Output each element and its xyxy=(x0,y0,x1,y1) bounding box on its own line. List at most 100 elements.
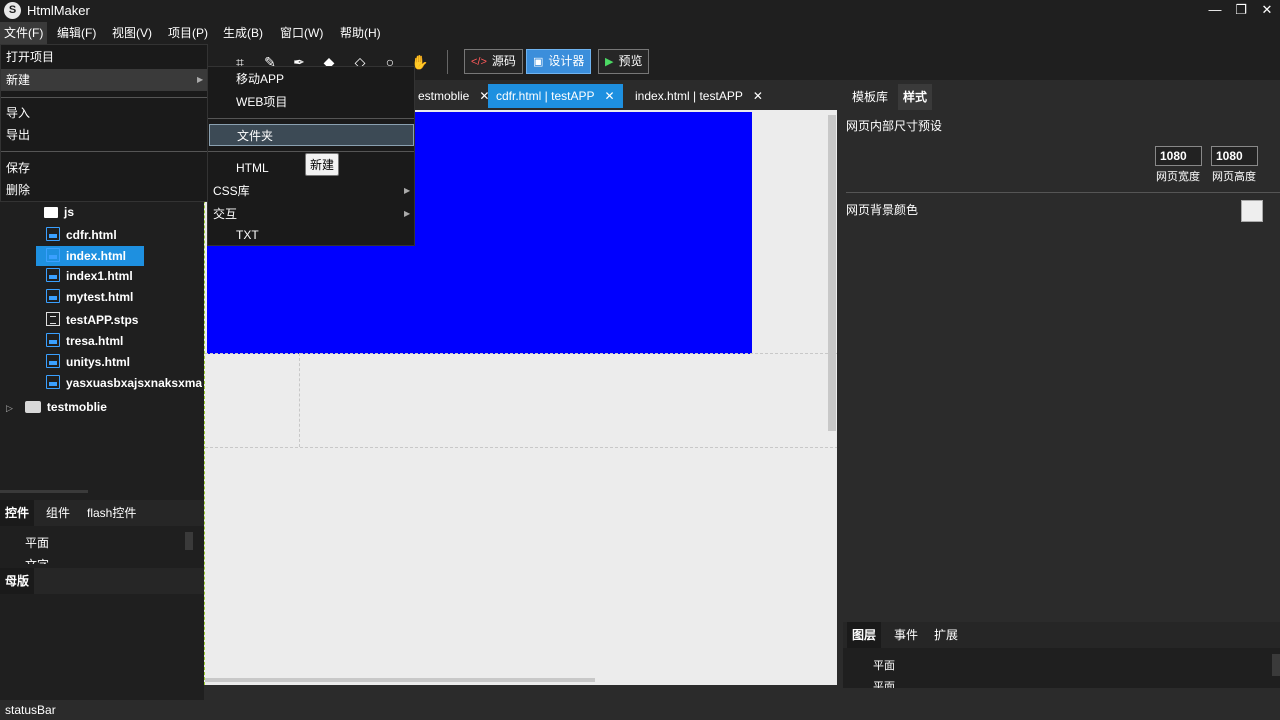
tab-index[interactable]: index.html | testAPP ✕ xyxy=(627,84,771,108)
folder-icon xyxy=(44,207,58,218)
canvas-horizontal-scrollbar[interactable] xyxy=(205,678,595,682)
menu-css-lib[interactable]: CSS库 ▶ xyxy=(208,180,414,202)
html-file-icon xyxy=(46,375,60,389)
tree-item-label: testAPP.stps xyxy=(66,313,139,327)
tab-components[interactable]: 组件 xyxy=(41,500,75,526)
source-button[interactable]: </> 源码 xyxy=(464,49,523,74)
tree-item-label: yasxuasbxajsxnaksxmal xyxy=(66,376,202,390)
menu-save[interactable]: 保存 xyxy=(1,157,207,179)
list-item[interactable]: 平面 xyxy=(873,657,895,673)
html-file-icon xyxy=(46,289,60,303)
right-panel: 模板库 样式 网页内部尺寸预设 1080 网页宽度 1080 网页高度 网页背景… xyxy=(837,80,1280,700)
master-tabs: 母版 xyxy=(0,568,204,594)
tree-item-label: testmoblie xyxy=(46,400,107,414)
tree-item-testmoblie[interactable]: ▷ testmoblie xyxy=(6,397,107,417)
tab-master[interactable]: 母版 xyxy=(0,568,35,594)
tree-item-label: index1.html xyxy=(66,269,133,283)
layer-scrollbar[interactable] xyxy=(1272,654,1280,676)
menu-project[interactable]: 项目(P) xyxy=(164,22,212,44)
play-icon: ▶ xyxy=(605,56,614,68)
tree-item-label: cdfr.html xyxy=(66,228,117,242)
tree-horizontal-scrollbar[interactable] xyxy=(0,490,88,493)
bg-color-swatch[interactable] xyxy=(1241,200,1263,222)
tree-item-index[interactable]: index.html xyxy=(36,246,144,266)
page-height-label: 网页高度 xyxy=(1212,171,1256,183)
guide-line xyxy=(205,447,837,448)
tab-layers[interactable]: 图层 xyxy=(847,622,882,648)
tree-item-index1[interactable]: index1.html xyxy=(46,266,133,286)
submenu-arrow-icon: ▶ xyxy=(404,209,411,218)
status-bar: statusBar xyxy=(0,700,1280,720)
status-text: statusBar xyxy=(5,703,56,717)
controls-scrollbar[interactable] xyxy=(185,532,193,550)
designer-label: 设计器 xyxy=(548,54,585,68)
menu-export[interactable]: 导出 xyxy=(1,124,207,146)
tree-item-unitys[interactable]: unitys.html xyxy=(46,352,130,372)
tree-item-tresa[interactable]: tresa.html xyxy=(46,331,123,351)
tree-item-mytest[interactable]: mytest.html xyxy=(46,287,133,307)
bg-color-label: 网页背景颜色 xyxy=(846,203,919,217)
menu-open-project[interactable]: 打开项目 xyxy=(1,46,207,68)
html-file-icon xyxy=(46,354,60,368)
close-window-button[interactable]: ✕ xyxy=(1252,0,1280,22)
designer-icon: ▣ xyxy=(533,56,544,68)
menu-edit[interactable]: 编辑(F) xyxy=(53,22,100,44)
controls-list: 平面 文字 xyxy=(0,526,204,564)
tab-flash-controls[interactable]: flash控件 xyxy=(82,500,141,526)
menu-delete[interactable]: 删除 xyxy=(1,179,207,201)
list-item[interactable]: 文字 xyxy=(25,556,49,564)
menu-web-project[interactable]: WEB项目 xyxy=(208,91,414,113)
tree-item-testapp[interactable]: testAPP.stps xyxy=(46,310,138,330)
menu-import[interactable]: 导入 xyxy=(1,102,207,124)
tab-controls[interactable]: 控件 xyxy=(0,500,35,526)
menu-window[interactable]: 窗口(W) xyxy=(276,22,327,44)
close-tab-icon[interactable]: ✕ xyxy=(753,89,763,103)
tab-template-library[interactable]: 模板库 xyxy=(847,84,893,110)
toolbar-separator xyxy=(447,50,448,74)
menu-view[interactable]: 视图(V) xyxy=(108,22,156,44)
size-preset-title: 网页内部尺寸预设 xyxy=(846,119,943,133)
tree-item-label: unitys.html xyxy=(66,355,131,369)
page-height-input[interactable]: 1080 xyxy=(1211,146,1258,166)
page-width-input[interactable]: 1080 xyxy=(1155,146,1202,166)
preview-button[interactable]: ▶ 预览 xyxy=(598,49,650,74)
designer-button[interactable]: ▣ 设计器 xyxy=(526,49,592,74)
list-item[interactable]: 平面 xyxy=(873,678,895,688)
close-tab-icon[interactable]: ✕ xyxy=(604,89,614,103)
page-width-label: 网页宽度 xyxy=(1156,171,1200,183)
tab-label: cdfr.html | testAPP xyxy=(496,89,595,103)
tree-item-label: mytest.html xyxy=(66,290,134,304)
menu-help[interactable]: 帮助(H) xyxy=(336,22,385,44)
html-file-icon xyxy=(46,268,60,282)
tree-item-label: js xyxy=(64,205,75,219)
tree-item-yasx[interactable]: yasxuasbxajsxnaksxmal xyxy=(46,373,202,393)
menu-folder[interactable]: 文件夹 xyxy=(209,124,414,146)
menu-file[interactable]: 文件(F) xyxy=(0,22,48,44)
tree-item-label: tresa.html xyxy=(66,334,124,348)
tab-extensions[interactable]: 扩展 xyxy=(929,622,963,648)
file-menu: 打开项目 新建 ▶ 导入 导出 保存 删除 xyxy=(0,44,208,202)
tab-testmoblie[interactable]: estmoblie ✕ xyxy=(410,84,497,108)
menu-generate[interactable]: 生成(B) xyxy=(219,22,267,44)
project-icon xyxy=(24,401,41,413)
menu-bar: 文件(F) 编辑(F) 视图(V) 项目(P) 生成(B) 窗口(W) 帮助(H… xyxy=(0,22,1280,44)
menu-css-lib-label: CSS库 xyxy=(213,184,250,198)
code-icon: </> xyxy=(471,56,487,68)
tree-item-cdfr[interactable]: cdfr.html xyxy=(46,225,117,245)
menu-interaction[interactable]: 交互 ▶ xyxy=(208,203,414,225)
tree-item-js[interactable]: js xyxy=(44,202,74,222)
tooltip: 新建 xyxy=(305,153,340,176)
tab-style[interactable]: 样式 xyxy=(898,84,933,110)
controls-tabs: 控件 组件 flash控件 xyxy=(0,500,204,526)
expand-arrow-icon[interactable]: ▷ xyxy=(6,403,13,413)
tab-events[interactable]: 事件 xyxy=(889,622,923,648)
menu-mobile-app[interactable]: 移动APP xyxy=(208,68,414,90)
tab-cdfr[interactable]: cdfr.html | testAPP ✕ xyxy=(488,84,623,108)
canvas-vertical-scrollbar[interactable] xyxy=(828,115,836,431)
menu-new[interactable]: 新建 ▶ xyxy=(1,69,207,91)
menu-separator xyxy=(1,151,207,152)
list-item[interactable]: 平面 xyxy=(25,534,49,551)
menu-txt[interactable]: TXT xyxy=(208,224,414,246)
layer-tabs: 图层 事件 扩展 xyxy=(843,622,1280,648)
html-file-icon xyxy=(46,248,60,262)
